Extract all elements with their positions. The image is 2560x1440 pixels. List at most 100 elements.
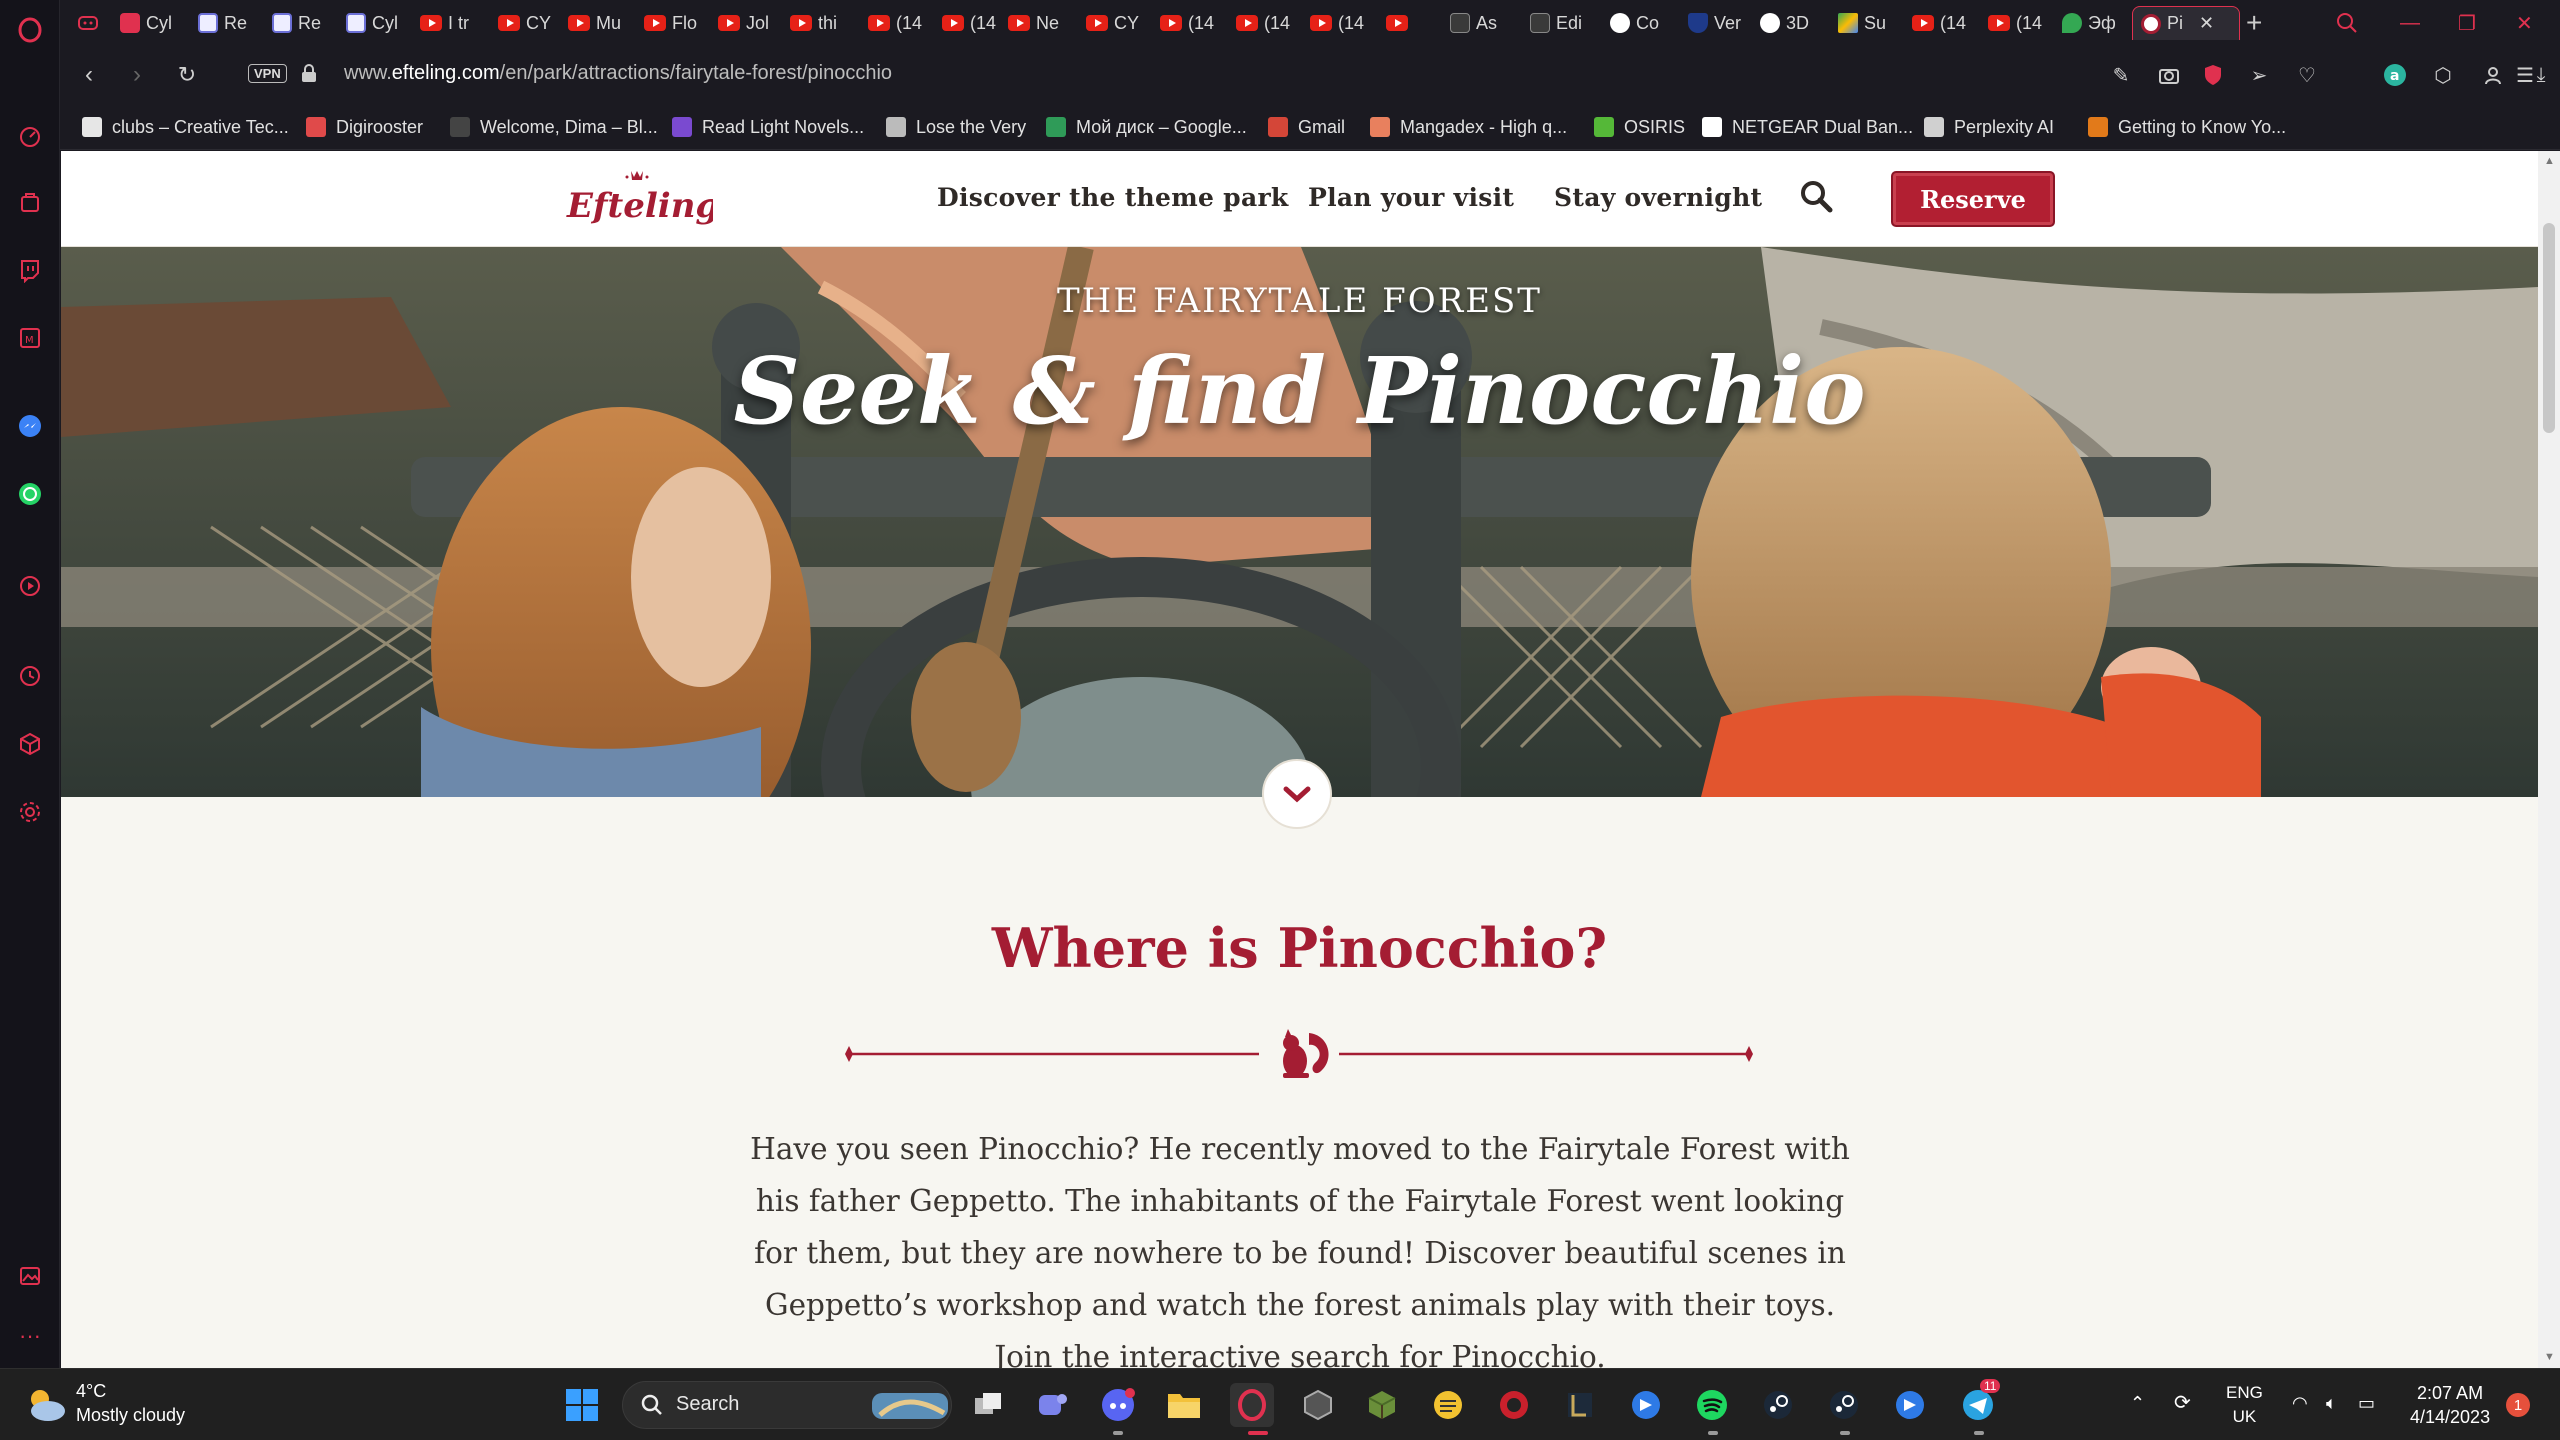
tab-9[interactable]: Jol xyxy=(718,6,788,40)
tab-24[interactable]: Su xyxy=(1838,6,1908,40)
nav-stay-overnight[interactable]: Stay overnight xyxy=(1554,183,1762,212)
new-tab-button[interactable]: + xyxy=(2246,6,2262,40)
whatsapp-icon[interactable] xyxy=(14,478,46,510)
file-explorer-icon[interactable] xyxy=(1162,1383,1206,1427)
bluestacks-icon[interactable] xyxy=(1624,1383,1668,1427)
minecraft-icon[interactable] xyxy=(1360,1383,1404,1427)
camera-icon[interactable] xyxy=(2156,62,2182,88)
snapshot-edit-icon[interactable]: ✎ xyxy=(2108,62,2134,88)
battery-icon[interactable]: ▭ xyxy=(2358,1391,2375,1415)
weather-description[interactable]: Mostly cloudy xyxy=(76,1405,185,1426)
adblock-shield-icon[interactable] xyxy=(2200,62,2226,88)
bookmark-lose-the-very[interactable]: Lose the Very xyxy=(886,114,1026,140)
tab-11[interactable]: (14 xyxy=(868,6,938,40)
profile-icon[interactable] xyxy=(2480,62,2506,88)
tab-6[interactable]: CY xyxy=(498,6,568,40)
tab-3[interactable]: Re xyxy=(272,6,342,40)
language-indicator[interactable]: ENG UK xyxy=(2226,1381,2263,1429)
speed-dial-icon[interactable] xyxy=(14,120,46,152)
bookmark-perplexity[interactable]: Perplexity AI xyxy=(1924,114,2054,140)
scroll-up-arrow-icon[interactable]: ▲ xyxy=(2544,155,2555,167)
settings-gear-icon[interactable] xyxy=(14,796,46,828)
tab-1[interactable]: Cyl xyxy=(120,6,190,40)
shopping-icon[interactable] xyxy=(14,186,46,218)
more-options-icon[interactable]: ··· xyxy=(14,1320,46,1352)
close-tab-icon[interactable]: ✕ xyxy=(2199,13,2214,34)
messenger-icon[interactable] xyxy=(14,410,46,442)
extensions-icon[interactable] xyxy=(14,728,46,760)
tab-22[interactable]: Ver xyxy=(1688,6,1758,40)
tab-2[interactable]: Re xyxy=(198,6,268,40)
restore-icon[interactable]: ❐ xyxy=(2458,6,2476,40)
bookmark-welcome[interactable]: Welcome, Dima – Bl... xyxy=(450,114,658,140)
volume-icon[interactable]: 🔈︎ xyxy=(2326,1391,2337,1415)
lock-icon[interactable] xyxy=(298,62,320,84)
tab-23[interactable]: 3D xyxy=(1760,6,1830,40)
bookmark-getting-to-know[interactable]: Getting to Know Yo... xyxy=(2088,114,2286,140)
tab-18[interactable] xyxy=(1386,6,1456,40)
tab-27[interactable]: Эф xyxy=(2062,6,2132,40)
tab-17[interactable]: (14 xyxy=(1310,6,1380,40)
bookmark-netgear[interactable]: NETGEAR Dual Ban... xyxy=(1702,114,1913,140)
tab-15[interactable]: (14 xyxy=(1160,6,1230,40)
scroll-thumb[interactable] xyxy=(2543,223,2555,433)
tab-13[interactable]: Ne xyxy=(1008,6,1078,40)
reserve-button[interactable]: Reserve xyxy=(1891,171,2055,227)
steam-second-icon[interactable] xyxy=(1822,1383,1866,1427)
bookmark-gmail[interactable]: Gmail xyxy=(1268,114,1345,140)
video-icon[interactable] xyxy=(14,570,46,602)
tab-4[interactable]: Cyl xyxy=(346,6,416,40)
efteling-logo[interactable]: Efteling xyxy=(561,165,713,229)
weather-cloud-icon[interactable] xyxy=(24,1385,68,1425)
tab-19[interactable]: As xyxy=(1450,6,1520,40)
wifi-icon[interactable]: ◠ xyxy=(2292,1391,2308,1415)
forward-button[interactable]: › xyxy=(122,60,152,90)
page-scrollbar[interactable]: ▲ ▼ xyxy=(2538,151,2560,1368)
history-icon[interactable] xyxy=(14,660,46,692)
send-icon[interactable]: ➢ xyxy=(2246,62,2272,88)
discord-icon[interactable] xyxy=(1096,1383,1140,1427)
bookmark-heart-icon[interactable]: ♡ xyxy=(2294,62,2320,88)
league-launcher-icon[interactable] xyxy=(1558,1383,1602,1427)
easy-setup-icon[interactable]: ☰ xyxy=(2512,62,2538,88)
spotify-icon[interactable] xyxy=(1690,1383,1734,1427)
unity-hub-icon[interactable] xyxy=(1296,1383,1340,1427)
tab-25[interactable]: (14 xyxy=(1912,6,1982,40)
tab-12[interactable]: (14 xyxy=(942,6,1012,40)
bookmark-digirooster[interactable]: Digirooster xyxy=(306,114,423,140)
account-a-icon[interactable]: a xyxy=(2382,62,2408,88)
tab-menu-icon[interactable] xyxy=(76,6,100,40)
yellow-app-icon[interactable] xyxy=(1426,1383,1470,1427)
reload-button[interactable]: ↻ xyxy=(172,60,202,90)
url-field[interactable]: www.efteling.com/en/park/attractions/fai… xyxy=(344,62,892,85)
tab-14[interactable]: CY xyxy=(1086,6,1156,40)
cube-extension-icon[interactable]: ⬡ xyxy=(2430,62,2456,88)
scroll-down-arrow-icon[interactable]: ▼ xyxy=(2544,1351,2555,1363)
back-button[interactable]: ‹ xyxy=(74,60,104,90)
bluestacks-second-icon[interactable] xyxy=(1888,1383,1932,1427)
tab-26[interactable]: (14 xyxy=(1988,6,2058,40)
sync-icon[interactable]: ⟳ xyxy=(2174,1391,2191,1415)
scroll-down-button[interactable] xyxy=(1262,759,1332,829)
opera-logo-icon[interactable] xyxy=(14,14,46,46)
weather-temperature[interactable]: 4°C xyxy=(76,1381,106,1402)
tab-8[interactable]: Flo xyxy=(644,6,714,40)
steam-icon[interactable] xyxy=(1756,1383,1800,1427)
nav-discover[interactable]: Discover the theme park xyxy=(937,183,1289,212)
opera-taskbar-icon[interactable] xyxy=(1230,1383,1274,1427)
bookmark-google-drive[interactable]: Мой диск – Google... xyxy=(1046,114,1247,140)
bookmark-osiris[interactable]: OSIRIS xyxy=(1594,114,1685,140)
windows-start-icon[interactable] xyxy=(560,1383,604,1427)
tray-overflow-chevron-icon[interactable]: ⌃ xyxy=(2130,1391,2145,1415)
bookmark-clubs[interactable]: clubs – Creative Tec... xyxy=(82,114,289,140)
nav-plan-visit[interactable]: Plan your visit xyxy=(1308,183,1514,212)
pinboard-icon[interactable] xyxy=(14,1260,46,1292)
tab-search-icon[interactable] xyxy=(2336,6,2358,40)
minimize-icon[interactable]: — xyxy=(2400,6,2420,40)
tab-5[interactable]: I tr xyxy=(420,6,490,40)
player-icon[interactable]: M xyxy=(14,322,46,354)
task-view-icon[interactable] xyxy=(966,1383,1010,1427)
tab-20[interactable]: Edi xyxy=(1530,6,1600,40)
red-game-icon[interactable] xyxy=(1492,1383,1536,1427)
tab-28[interactable]: Pi ✕ xyxy=(2132,6,2240,40)
